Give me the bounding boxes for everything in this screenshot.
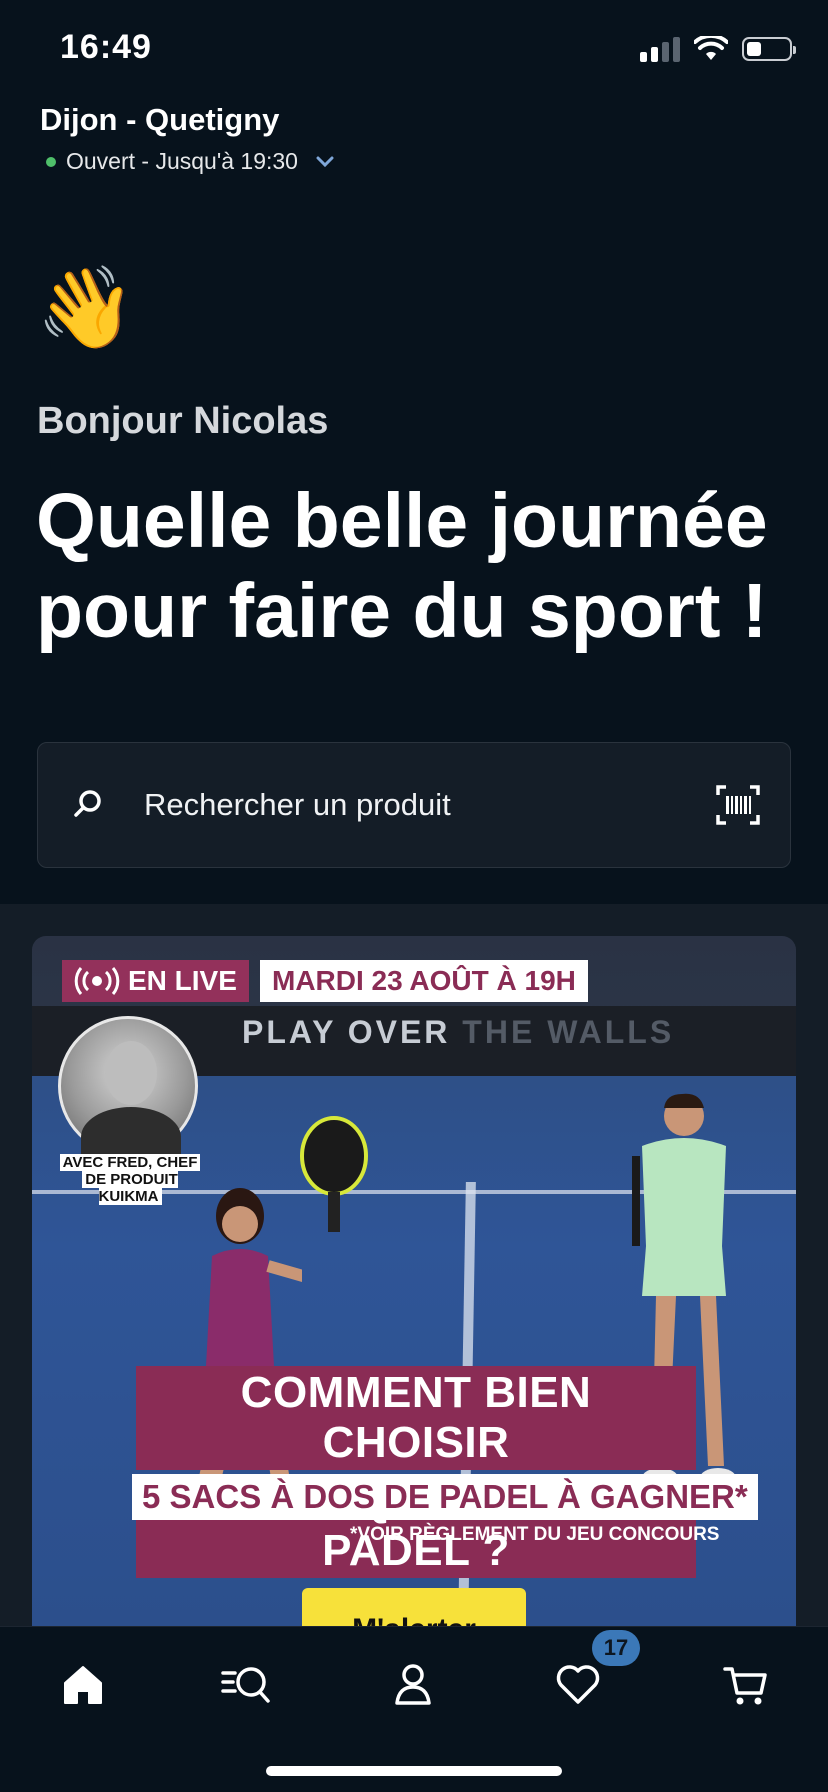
home-icon: [64, 1666, 102, 1704]
rules-note: *VOIR RÈGLEMENT DU JEU CONCOURS: [350, 1524, 720, 1545]
wifi-icon: [694, 36, 728, 60]
account-icon: [395, 1664, 431, 1705]
tab-browse[interactable]: [208, 1655, 288, 1715]
wall-slogan: PLAY OVER THE WALLS: [242, 1014, 675, 1050]
tab-cart[interactable]: [706, 1655, 786, 1715]
search-input[interactable]: Rechercher un produit: [37, 742, 791, 868]
status-time: 16:49: [60, 28, 152, 66]
greeting-text: Bonjour Nicolas: [37, 400, 329, 442]
waving-hand-icon: 👋: [36, 263, 136, 352]
store-hours: Ouvert - Jusqu'à 19:30: [66, 148, 298, 174]
cellular-signal-icon: [640, 36, 680, 62]
broadcast-icon: [74, 967, 120, 995]
live-badge: EN LIVE: [62, 960, 249, 1002]
store-name[interactable]: Dijon - Quetigny: [40, 102, 279, 138]
favorites-count-badge: 17: [592, 1630, 640, 1666]
store-status[interactable]: Ouvert - Jusqu'à 19:30: [46, 148, 334, 175]
banner-headline: COMMENT BIEN CHOISIR SA RAQUETTE DE PADE…: [136, 1364, 696, 1580]
padel-racket-illustration: [300, 1116, 368, 1232]
battery-icon: [742, 37, 796, 61]
headline-line-2: pour faire du sport !: [36, 568, 768, 654]
status-icons: [640, 36, 796, 62]
browse-search-icon: [221, 1667, 270, 1703]
home-indicator[interactable]: [266, 1766, 562, 1776]
promo-banner[interactable]: PLAY OVER THE WALLS EN LIVE MARDI 23 AOÛ…: [32, 936, 796, 1626]
live-date: MARDI 23 AOÛT À 19H: [260, 960, 588, 1002]
open-status-dot: [46, 156, 56, 167]
favorites-icon: [556, 1665, 600, 1704]
search-icon: [74, 790, 101, 817]
alert-me-button[interactable]: M'alerter: [302, 1588, 526, 1626]
barcode-scan-icon[interactable]: [716, 785, 760, 825]
avatar: [58, 1016, 198, 1167]
search-placeholder: Rechercher un produit: [144, 787, 451, 822]
chevron-down-icon: [316, 156, 334, 167]
headline-line-1: Quelle belle journée: [36, 478, 768, 564]
page-headline: Quelle belle journée pour faire du sport…: [36, 476, 796, 656]
gift-banner: 5 SACS À DOS DE PADEL À GAGNER*: [132, 1474, 758, 1520]
tab-home[interactable]: [43, 1655, 123, 1715]
cart-icon: [723, 1667, 767, 1705]
status-bar: 16:49: [0, 0, 828, 100]
tab-account[interactable]: [373, 1655, 453, 1715]
